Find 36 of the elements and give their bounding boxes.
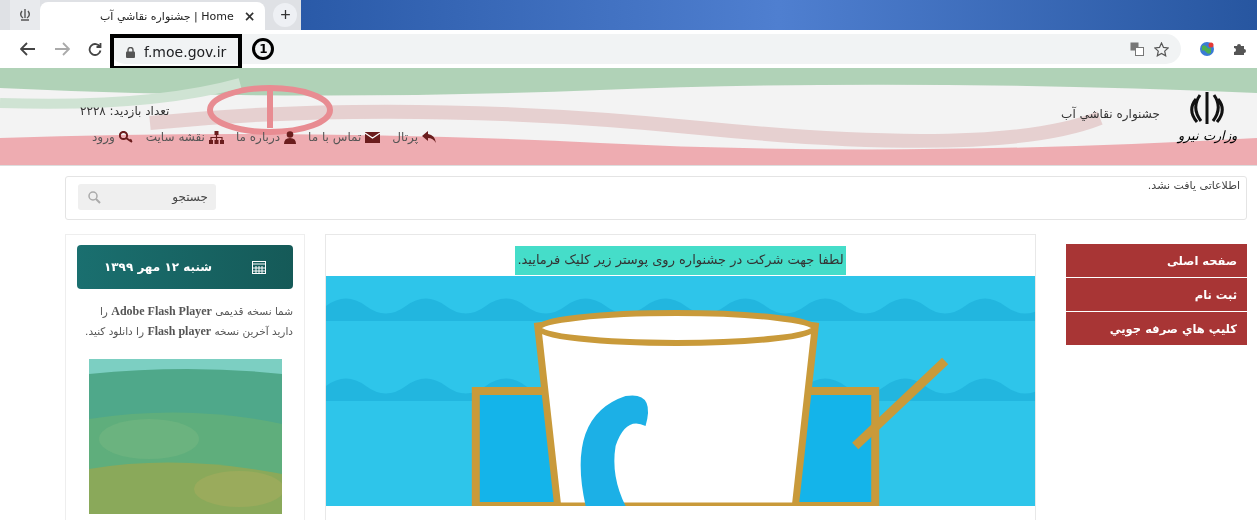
puzzle-icon[interactable] [1233,42,1247,56]
reload-icon[interactable] [88,42,102,56]
nav-link[interactable]: پرتال [392,130,437,144]
globe-icon[interactable] [1199,41,1215,57]
annotation-number: 1 [252,38,275,60]
calendar-icon [252,260,267,274]
user-icon [284,130,297,144]
new-tab-button[interactable]: + [273,3,298,27]
translate-icon[interactable] [1130,42,1144,56]
search-field[interactable]: جستجو [78,184,216,210]
browser-tab[interactable]: جشنواره نقاشي آب | Home × [40,2,266,30]
key-icon [118,131,134,143]
logo-caption: وزارت نیرو [1177,128,1237,143]
menu-item[interactable]: کلیپ هاي صرفه جويي [1066,312,1247,345]
close-tab-button[interactable]: × [243,8,256,24]
search-icon [88,191,101,204]
instruction-banner: لطفا جهت شرکت در جشنواره روی پوستر زیر کلیک فرمایید. [515,246,846,275]
address-field[interactable]: f.moe.gov.ir [144,44,227,60]
date-banner: شنبه ۱۲ مهر ۱۳۹۹ [77,245,293,289]
star-icon[interactable] [1154,41,1169,57]
reply-icon [422,131,437,143]
nav-link[interactable]: نقشه سایت [145,130,224,144]
back-icon[interactable] [20,42,36,56]
lock-icon [126,46,135,58]
menu-item[interactable]: ثبت نام [1066,278,1247,311]
nav-link[interactable]: تماس با ما [308,130,381,144]
envelope-icon [365,131,381,143]
sitemap-icon [208,130,224,144]
nav-link[interactable]: ورود [92,130,134,144]
menu-item[interactable]: صفحه اصلی [1066,244,1247,277]
search-notice: اطلاعاتی یافت نشد. [1147,179,1240,192]
emblem-icon [1189,90,1226,126]
nav-link[interactable]: درباره ما [235,130,297,144]
visit-counter: تعداد بازدید: ۲۲۲۸ [80,104,170,118]
emblem-icon[interactable] [10,0,40,30]
site-title: جشنواره نقاشي آب [1061,106,1160,121]
